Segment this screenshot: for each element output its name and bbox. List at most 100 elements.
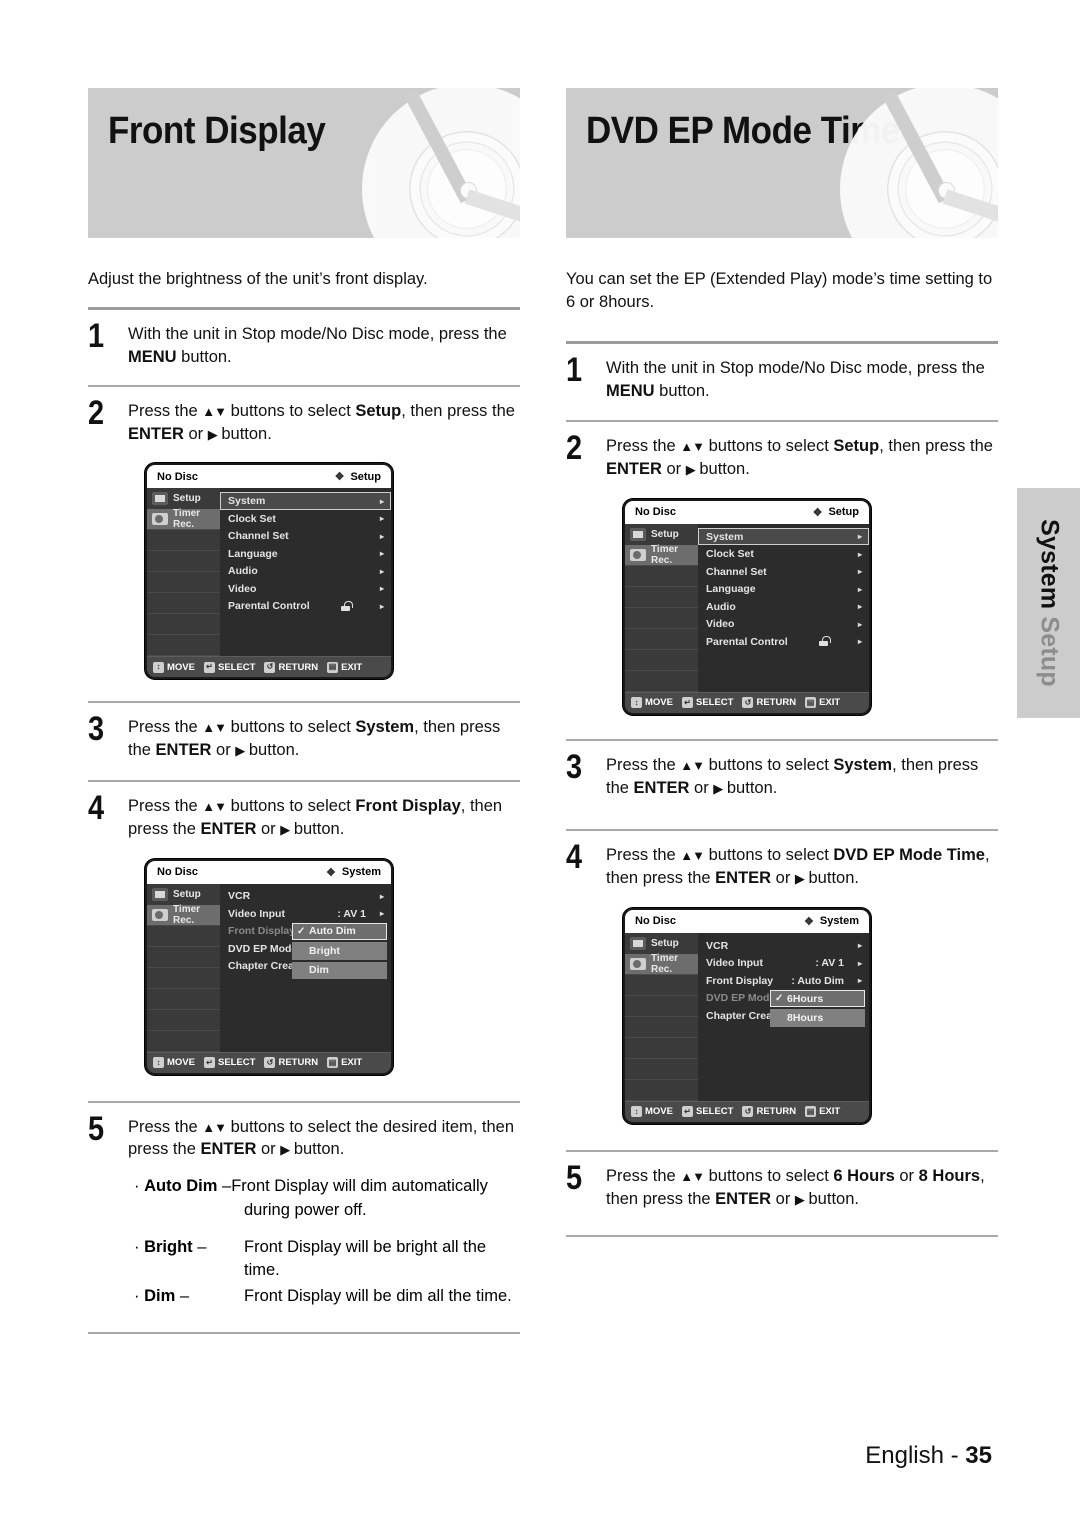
right-step-2: 2 Press the ▲▼ buttons to select Setup, … xyxy=(566,422,998,481)
move-cursor-icon: ❖ xyxy=(803,915,814,928)
exit-icon: ▤ xyxy=(327,1057,339,1069)
osd-sidebar-blank xyxy=(147,551,220,573)
bullet-desc: Front Display will dim automatically xyxy=(231,1177,488,1196)
osd-menu-item-video-input[interactable]: Video Input : AV 1 ▸ xyxy=(220,905,391,923)
osd-menu-name: Setup xyxy=(350,470,381,483)
osd-menu-name: Setup xyxy=(828,506,859,519)
chevron-right-icon: ▸ xyxy=(379,531,384,541)
osd-sidebar-item-timer-rec[interactable]: Timer Rec. xyxy=(625,544,698,566)
osd-sidebar-item-timer-rec[interactable]: Timer Rec. xyxy=(147,904,220,926)
osd-titlebar: No Disc ❖ System xyxy=(625,909,869,933)
step-text: With the unit in Stop mode/No Disc mode,… xyxy=(606,358,985,400)
osd-menu-item-clock-set[interactable]: Clock Set ▸ xyxy=(698,545,869,563)
enter-icon: ↵ xyxy=(681,697,693,709)
step-text: Press the ▲▼ buttons to select Setup, th… xyxy=(128,401,515,443)
osd-item-value: : Auto Dim xyxy=(791,974,844,987)
move-cursor-icon: ❖ xyxy=(334,471,345,484)
osd-menu-item-channel-set[interactable]: Channel Set ▸ xyxy=(220,527,391,545)
footer-separator: - xyxy=(943,1442,966,1469)
osd-sidebar: Setup Timer Rec. xyxy=(147,488,220,657)
osd-legend-select: ↵ SELECT xyxy=(203,1057,255,1069)
osd-menu-item-vcr[interactable]: VCR ▸ xyxy=(698,937,869,955)
move-icon: ↕ xyxy=(631,697,642,709)
return-icon: ↺ xyxy=(264,661,276,673)
section-side-tab: System Setup xyxy=(1017,488,1080,718)
osd-menu-item-front-display[interactable]: Front Display : Auto Dim ▸ xyxy=(698,972,869,990)
chevron-right-icon: ▸ xyxy=(857,976,862,986)
left-column: Front Display Adjust the brightness of t… xyxy=(88,88,520,1335)
osd-sidebar-blank xyxy=(625,1080,698,1101)
manual-page: System Setup Front Display Adjust the br… xyxy=(0,0,1080,1526)
right-step-5: 5 Press the ▲▼ buttons to select 6 Hours… xyxy=(566,1152,998,1211)
osd-dropdown-option-dim[interactable]: ✓ Dim xyxy=(292,961,387,980)
osd-sidebar-item-setup[interactable]: Setup xyxy=(625,932,698,954)
gear-icon xyxy=(152,887,168,901)
right-step-4: 4 Press the ▲▼ buttons to select DVD EP … xyxy=(566,831,998,890)
right-osd-setup-menu: No Disc ❖ Setup Setup Timer Rec. System … xyxy=(623,498,871,715)
chevron-right-icon: ▸ xyxy=(379,549,384,559)
osd-menu-item-audio[interactable]: Audio ▸ xyxy=(220,562,391,580)
osd-legend-return: ↺ RETURN xyxy=(742,697,796,709)
osd-sidebar-item-setup[interactable]: Setup xyxy=(147,883,220,905)
right-intro-text: You can set the EP (Extended Play) mode’… xyxy=(566,270,993,312)
step-number: 3 xyxy=(88,710,105,749)
step-number: 5 xyxy=(566,1158,583,1197)
chevron-right-icon: ▸ xyxy=(857,549,862,559)
exit-icon: ▤ xyxy=(327,661,339,673)
osd-sidebar-blank xyxy=(147,614,220,636)
osd-disc-status: No Disc xyxy=(635,915,676,928)
osd-menu-item-vcr[interactable]: VCR ▸ xyxy=(220,888,391,906)
osd-menu-item-video[interactable]: Video ▸ xyxy=(698,615,869,633)
osd-sidebar-item-setup[interactable]: Setup xyxy=(625,523,698,545)
side-tab-text: System Setup xyxy=(1034,519,1063,687)
step-text: Press the ▲▼ buttons to select DVD EP Mo… xyxy=(606,846,990,888)
osd-menu-item-audio[interactable]: Audio ▸ xyxy=(698,598,869,616)
bullet-term: · Dim – xyxy=(134,1286,190,1305)
osd-sidebar-blank xyxy=(147,968,220,989)
chevron-right-icon: ▸ xyxy=(379,909,384,919)
divider xyxy=(566,1234,998,1237)
step-number: 1 xyxy=(88,317,105,356)
osd-legend-move: ↕ MOVE xyxy=(631,697,673,709)
lock-open-icon xyxy=(819,636,831,647)
osd-menu-item-language[interactable]: Language ▸ xyxy=(698,580,869,598)
chevron-right-icon: ▸ xyxy=(857,637,862,647)
chevron-right-icon: ▸ xyxy=(379,496,384,506)
footer-language: English xyxy=(865,1442,944,1469)
osd-dropdown-option-bright[interactable]: ✓ Bright xyxy=(292,942,387,960)
osd-sidebar-blank xyxy=(625,1017,698,1038)
osd-sidebar-label: Timer Rec. xyxy=(651,952,679,975)
right-step-3: 3 Press the ▲▼ buttons to select System,… xyxy=(566,741,998,800)
osd-sidebar-item-setup[interactable]: Setup xyxy=(147,488,220,510)
osd-menu-item-system[interactable]: System ▸ xyxy=(220,492,391,510)
chevron-right-icon: ▸ xyxy=(857,584,862,594)
osd-sidebar-blank xyxy=(625,1059,698,1080)
osd-sidebar-label: Setup xyxy=(651,528,679,540)
osd-sidebar-item-timer-rec[interactable]: Timer Rec. xyxy=(625,952,698,975)
exit-icon: ▤ xyxy=(805,697,817,709)
osd-menu-name: System xyxy=(341,866,381,879)
osd-menu-item-video[interactable]: Video ▸ xyxy=(220,580,391,598)
osd-dropdown-option-8hours[interactable]: ✓ 8Hours xyxy=(770,1009,865,1027)
osd-dropdown-option-6hours[interactable]: ✓ 6Hours xyxy=(770,989,865,1008)
osd-dropdown-option-auto-dim[interactable]: ✓ Auto Dim xyxy=(292,922,387,941)
osd-sidebar-blank xyxy=(625,650,698,671)
gear-icon xyxy=(630,936,646,950)
osd-menu-item-system[interactable]: System ▸ xyxy=(698,527,869,546)
osd-menu-item-channel-set[interactable]: Channel Set ▸ xyxy=(698,563,869,581)
bullet-dim: · Dim – Front Display will be dim all th… xyxy=(134,1285,520,1308)
osd-sidebar-item-timer-rec[interactable]: Timer Rec. xyxy=(147,508,220,531)
page-footer: English - 35 xyxy=(865,1442,992,1470)
step-text: Press the ▲▼ buttons to select System, t… xyxy=(606,755,979,797)
chevron-right-icon: ▸ xyxy=(857,567,862,577)
osd-menu-item-language[interactable]: Language ▸ xyxy=(220,545,391,563)
osd-menu-item-video-input[interactable]: Video Input : AV 1 ▸ xyxy=(698,954,869,972)
osd-item-label: Front Display xyxy=(706,974,774,987)
right-column: DVD EP Mode Time You can set the EP (Ext… xyxy=(566,88,998,1237)
step-number: 4 xyxy=(88,789,105,828)
left-osd-setup-menu: No Disc ❖ Setup Setup Timer Rec. System … xyxy=(145,463,393,680)
osd-menu-item-parental-control[interactable]: Parental Control ▸ xyxy=(698,633,869,651)
legend-label: RETURN xyxy=(278,1057,319,1069)
osd-menu-item-parental-control[interactable]: Parental Control ▸ xyxy=(220,597,391,615)
osd-menu-item-clock-set[interactable]: Clock Set ▸ xyxy=(220,510,391,528)
